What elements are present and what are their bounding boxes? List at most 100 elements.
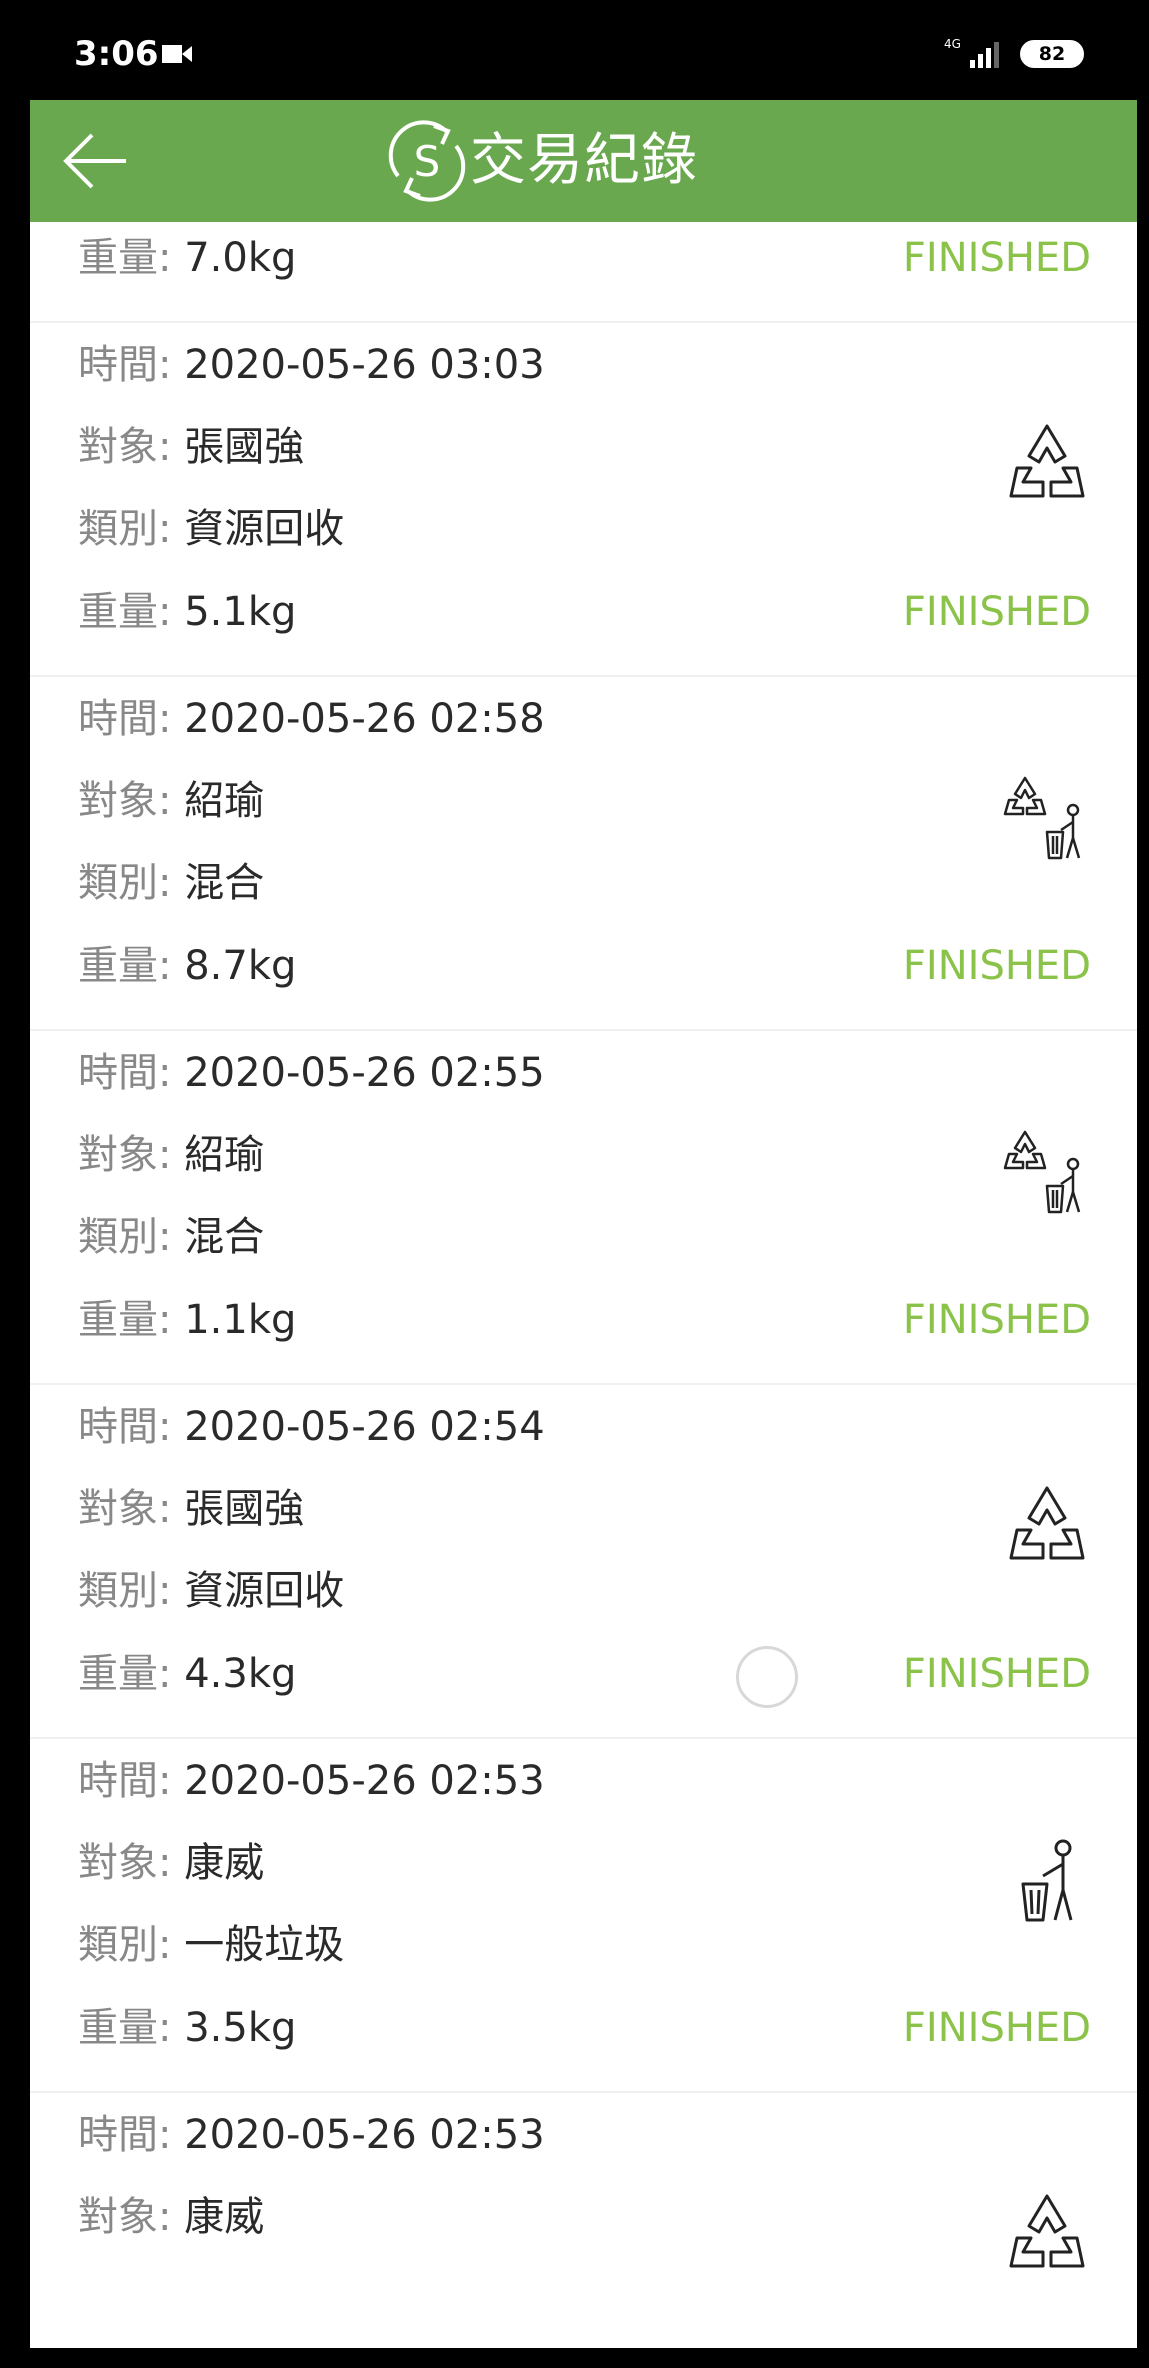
record-weight-value: 4.3kg <box>184 1651 297 1697</box>
record-category-value: 混合 <box>184 1214 265 1260</box>
record-target-row: 對象: 康威 <box>78 1833 264 1893</box>
back-arrow-icon[interactable] <box>60 130 130 192</box>
record-time-row: 時間: 2020-05-26 02:53 <box>78 1751 545 1811</box>
trash-person-icon <box>1001 1834 1093 1926</box>
record-target-value: 張國強 <box>184 1486 305 1532</box>
record-category-label: 類別: <box>78 1922 185 1968</box>
loading-spinner <box>736 1646 798 1708</box>
signal-icon <box>970 42 999 68</box>
record-weight-value: 5.1kg <box>184 589 297 635</box>
record-target-value: 康威 <box>184 2194 265 2240</box>
record-time-value: 2020-05-26 02:53 <box>184 2112 545 2158</box>
record-target-label: 對象: <box>78 1840 185 1886</box>
record-target-label: 對象: <box>78 778 185 824</box>
record-time-label: 時間: <box>78 342 185 388</box>
transaction-record[interactable]: 時間: 2020-05-26 02:58 對象: 紹瑜 類別: 混合 重量: 8.7k… <box>30 677 1137 1031</box>
record-target-value: 紹瑜 <box>184 1132 265 1178</box>
transaction-record[interactable]: 時間: 2020-05-26 02:55 對象: 紹瑜 類別: 混合 重量: 1.1k… <box>30 1031 1137 1385</box>
record-category-row: 類別: 資源回收 <box>78 1561 344 1621</box>
record-weight-row: 重量: 4.3kg <box>78 1644 296 1704</box>
app-header: S 交易紀錄 <box>30 100 1137 222</box>
video-camera-icon <box>162 45 192 63</box>
record-category-value: 一般垃圾 <box>184 1922 345 1968</box>
record-target-row: 對象: 紹瑜 <box>78 1125 264 1185</box>
record-weight-row: 重量: 8.7kg <box>78 936 296 996</box>
transaction-record[interactable]: 時間: 2020-05-26 02:53 對象: 康威 類別: 一般垃圾 重量: 3.… <box>30 1739 1137 2093</box>
record-weight-label: 重量: <box>78 1297 185 1343</box>
record-time-row: 時間: 2020-05-26 02:53 <box>78 2105 545 2165</box>
mixed-waste-icon <box>1001 772 1093 864</box>
record-weight-value: 8.7kg <box>184 943 297 989</box>
record-target-label: 對象: <box>78 1132 185 1178</box>
battery-icon: 82 <box>1020 40 1084 68</box>
record-category-label: 類別: <box>78 1568 185 1614</box>
status-time: 3:06 <box>74 34 159 74</box>
record-category-value: 資源回收 <box>184 1568 345 1614</box>
record-category-label: 類別: <box>78 1214 185 1260</box>
mixed-waste-icon <box>1001 1126 1093 1218</box>
record-target-row: 對象: 康威 <box>78 2187 264 2247</box>
record-target-label: 對象: <box>78 424 185 470</box>
record-time-value: 2020-05-26 02:53 <box>184 1758 545 1804</box>
record-time-value: 2020-05-26 02:58 <box>184 696 545 742</box>
record-category-label: 類別: <box>78 506 185 552</box>
record-time-label: 時間: <box>78 2112 185 2158</box>
record-weight-label: 重量: <box>78 943 185 989</box>
record-category-row: 類別: 混合 <box>78 853 264 913</box>
record-time-value: 2020-05-26 02:54 <box>184 1404 545 1450</box>
page-title: 交易紀錄 <box>470 128 698 193</box>
record-target-value: 張國強 <box>184 424 305 470</box>
record-time-value: 2020-05-26 03:03 <box>184 342 545 388</box>
transaction-record[interactable]: 時間: 2020-05-26 02:53 對象: 康威 <box>30 2093 1137 2348</box>
record-target-label: 對象: <box>78 2194 185 2240</box>
transaction-record[interactable]: 時間: 2020-05-26 02:54 對象: 張國強 類別: 資源回收 重量: 4… <box>30 1385 1137 1739</box>
nav-bar <box>0 2348 1149 2368</box>
record-category-value: 混合 <box>184 860 265 906</box>
record-status: FINISHED <box>902 943 1091 989</box>
transaction-record[interactable]: 時間: 2020-05-26 03:03 對象: 張國強 類別: 資源回收 重量: 5… <box>30 323 1137 677</box>
record-time-label: 時間: <box>78 1758 185 1804</box>
record-weight-label: 重量: <box>78 2005 185 2051</box>
record-status: FINISHED <box>902 589 1091 635</box>
record-status: FINISHED <box>902 1651 1091 1697</box>
record-category-row: 類別: 混合 <box>78 1207 264 1267</box>
app-screen: 對象: 康威類別: 資源回收重量: 7.0kgFINISHED時間: 2020-… <box>30 100 1137 2348</box>
record-weight-row: 重量: 5.1kg <box>78 582 296 642</box>
recycle-icon <box>1001 2188 1093 2280</box>
record-time-label: 時間: <box>78 696 185 742</box>
record-target-row: 對象: 紹瑜 <box>78 771 264 831</box>
record-time-row: 時間: 2020-05-26 03:03 <box>78 335 545 395</box>
record-target-value: 康威 <box>184 1840 265 1886</box>
record-time-label: 時間: <box>78 1050 185 1096</box>
record-target-row: 對象: 張國強 <box>78 417 304 477</box>
record-time-row: 時間: 2020-05-26 02:58 <box>78 689 545 749</box>
record-status: FINISHED <box>902 2005 1091 2051</box>
svg-text:S: S <box>414 137 441 186</box>
network-type: 4G <box>944 37 961 51</box>
record-time-value: 2020-05-26 02:55 <box>184 1050 545 1096</box>
record-weight-value: 7.0kg <box>184 235 297 281</box>
record-weight-label: 重量: <box>78 1651 185 1697</box>
recycle-icon <box>1001 418 1093 510</box>
transaction-list[interactable]: 對象: 康威類別: 資源回收重量: 7.0kgFINISHED時間: 2020-… <box>30 100 1137 2348</box>
record-status: FINISHED <box>902 235 1091 281</box>
record-category-value: 資源回收 <box>184 506 345 552</box>
record-weight-value: 3.5kg <box>184 2005 297 2051</box>
record-time-label: 時間: <box>78 1404 185 1450</box>
dollar-exchange-icon: S <box>388 120 466 202</box>
record-weight-value: 1.1kg <box>184 1297 297 1343</box>
record-status: FINISHED <box>902 1297 1091 1343</box>
record-target-value: 紹瑜 <box>184 778 265 824</box>
record-target-row: 對象: 張國強 <box>78 1479 304 1539</box>
record-weight-row: 重量: 7.0kg <box>78 228 296 288</box>
record-category-row: 類別: 一般垃圾 <box>78 1915 344 1975</box>
record-category-row: 類別: 資源回收 <box>78 499 344 559</box>
record-weight-label: 重量: <box>78 589 185 635</box>
record-target-label: 對象: <box>78 1486 185 1532</box>
record-weight-label: 重量: <box>78 235 185 281</box>
record-weight-row: 重量: 3.5kg <box>78 1998 296 2058</box>
record-category-label: 類別: <box>78 860 185 906</box>
recycle-icon <box>1001 1480 1093 1572</box>
status-bar: 3:06 4G 82 <box>0 0 1149 100</box>
record-weight-row: 重量: 1.1kg <box>78 1290 296 1350</box>
